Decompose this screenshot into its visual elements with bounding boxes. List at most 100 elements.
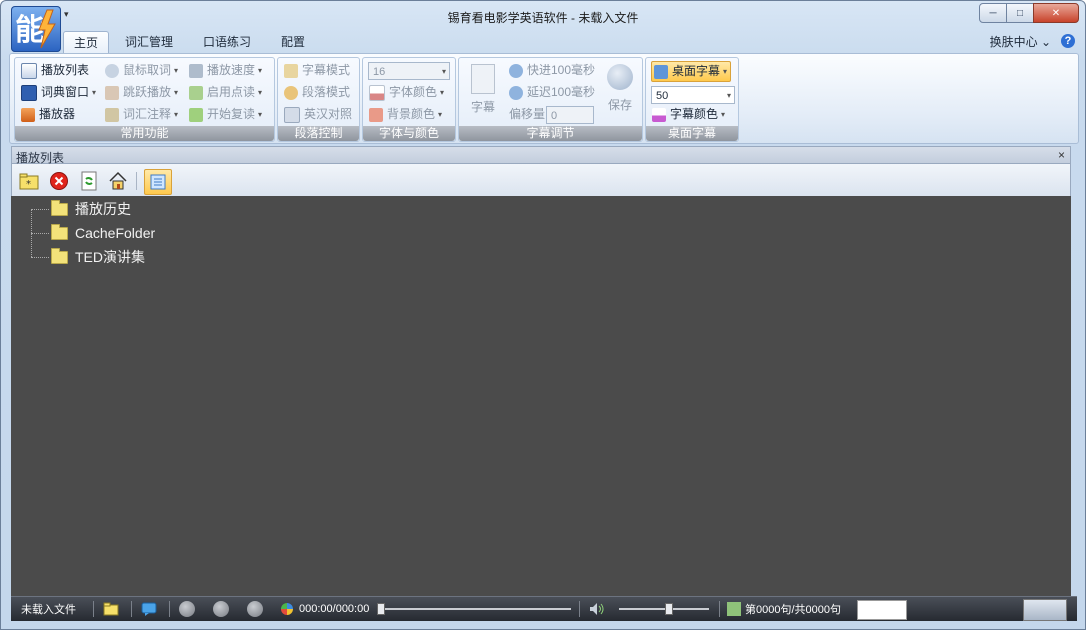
open-folder-icon[interactable] xyxy=(103,597,119,621)
group-common: 播放列表 词典窗口 ▾ 播放器 鼠标取词 ▾ 跳跃播放 ▾ 词汇注释 ▾ 播放速… xyxy=(14,57,275,142)
bg-color-label: 背景颜色 xyxy=(387,107,436,121)
refresh-icon[interactable] xyxy=(78,170,100,192)
subtitle-color-button[interactable]: 字幕颜色 ▾ xyxy=(652,105,725,124)
chat-icon[interactable] xyxy=(141,597,157,621)
stop-button[interactable] xyxy=(247,597,263,621)
tree-item-ted[interactable]: TED演讲集 xyxy=(51,246,145,268)
sentence-input[interactable] xyxy=(857,600,907,620)
status-bar: 未载入文件 000:00/000:00 第0000句/共0000句 xyxy=(11,596,1077,621)
sentence-text: 第0000句/共0000句 xyxy=(745,604,841,616)
player-button[interactable]: 播放器 xyxy=(21,105,75,124)
panel-close-icon[interactable]: × xyxy=(1058,148,1065,162)
font-color-button[interactable]: 字体颜色 ▾ xyxy=(369,83,444,102)
subtitle-mode-button[interactable]: 字幕模式 xyxy=(284,61,350,80)
font-color-label: 字体颜色 xyxy=(389,85,438,99)
window-title: 锡育看电影学英语软件 - 未载入文件 xyxy=(447,11,639,25)
mouse-lookup-button[interactable]: 鼠标取词 ▾ xyxy=(105,61,178,80)
volume-thumb[interactable] xyxy=(665,603,673,615)
forward-100ms-label: 快进100毫秒 xyxy=(527,63,596,77)
speed-icon xyxy=(189,63,203,78)
record-icon xyxy=(179,601,195,617)
app-mini-logo-icon[interactable] xyxy=(1023,599,1067,621)
desktop-font-size-select[interactable]: 50 ▾ xyxy=(651,86,735,104)
player-icon xyxy=(21,107,35,122)
tab-settings[interactable]: 配置 xyxy=(271,31,315,53)
status-file: 未载入文件 xyxy=(21,604,76,616)
delete-icon[interactable] xyxy=(48,170,70,192)
play-button[interactable] xyxy=(213,597,229,621)
list-view-icon[interactable] xyxy=(144,169,172,195)
offset-label: 偏移量 xyxy=(509,107,546,121)
font-size-select[interactable]: 16 ▾ xyxy=(368,62,450,80)
tap-read-button[interactable]: 启用点读 ▾ xyxy=(189,83,262,102)
bilingual-icon xyxy=(284,106,300,123)
status-divider xyxy=(579,601,580,617)
subtitle-mode-label: 字幕模式 xyxy=(302,63,351,77)
seek-thumb[interactable] xyxy=(377,603,385,615)
paragraph-mode-icon xyxy=(284,85,298,100)
volume-slider[interactable] xyxy=(619,608,709,610)
dictionary-window-button[interactable]: 词典窗口 ▾ xyxy=(21,83,96,102)
app-logo-icon[interactable]: 能 xyxy=(11,6,61,52)
add-folder-icon[interactable]: * xyxy=(18,170,40,192)
chevron-down-icon: ▾ xyxy=(258,88,263,97)
volume-icon[interactable] xyxy=(589,597,605,621)
folder-icon xyxy=(51,199,68,216)
subtitle-big-label: 字幕 xyxy=(470,100,495,114)
bilingual-label: 英汉对照 xyxy=(304,107,353,121)
player-label: 播放器 xyxy=(39,107,76,121)
subtitle-mode-icon xyxy=(284,63,298,78)
skip-play-button[interactable]: 跳跃播放 ▾ xyxy=(105,83,178,102)
paragraph-mode-label: 段落模式 xyxy=(302,85,351,99)
desktop-subtitle-toggle[interactable]: 桌面字幕 ▾ xyxy=(651,61,732,82)
seek-slider[interactable] xyxy=(377,608,571,610)
repeat-read-button[interactable]: 开始复读 ▾ xyxy=(189,105,262,124)
subtitle-big-button[interactable]: 字幕 xyxy=(466,64,500,115)
tab-speaking[interactable]: 口语练习 xyxy=(193,31,261,53)
vocab-notes-button[interactable]: 词汇注释 ▾ xyxy=(105,105,178,124)
play-speed-label: 播放速度 xyxy=(207,63,256,77)
group-paragraph: 字幕模式 段落模式 英汉对照 段落控制 xyxy=(277,57,360,142)
delay-100ms-label: 延迟100毫秒 xyxy=(527,85,596,99)
tree-connector xyxy=(31,233,49,234)
chevron-down-icon: ▾ xyxy=(726,91,731,100)
close-button[interactable]: ✕ xyxy=(1033,3,1079,23)
save-button[interactable]: 保存 xyxy=(602,64,638,113)
mouse-lookup-label: 鼠标取词 xyxy=(123,63,172,77)
tree-item-history[interactable]: 播放历史 xyxy=(51,198,131,220)
record-button[interactable] xyxy=(179,597,195,621)
playlist-button[interactable]: 播放列表 xyxy=(21,61,89,80)
skin-center-link[interactable]: 换肤中心 ⌄ xyxy=(990,33,1051,50)
paragraph-mode-button[interactable]: 段落模式 xyxy=(284,83,350,102)
tab-home[interactable]: 主页 xyxy=(63,31,109,54)
delay-100ms-button[interactable]: 延迟100毫秒 xyxy=(509,83,595,102)
dictionary-label: 词典窗口 xyxy=(41,85,90,99)
bg-color-icon xyxy=(369,107,383,122)
home-icon[interactable] xyxy=(107,170,129,192)
skip-icon xyxy=(105,85,119,100)
help-icon[interactable]: ? xyxy=(1061,34,1075,48)
chevron-down-icon: ▾ xyxy=(174,66,179,75)
desktop-icon xyxy=(654,64,668,79)
tab-vocabulary[interactable]: 词汇管理 xyxy=(115,31,183,53)
chevron-down-icon: ▾ xyxy=(441,67,446,76)
svg-text:*: * xyxy=(26,179,31,190)
offset-input[interactable]: 0 xyxy=(546,106,594,124)
maximize-button[interactable]: □ xyxy=(1006,3,1034,23)
chevron-down-icon: ▾ xyxy=(174,88,179,97)
bg-color-button[interactable]: 背景颜色 ▾ xyxy=(369,105,442,124)
save-disk-icon xyxy=(607,64,633,90)
playlist-tree: 播放历史 CacheFolder TED演讲集 xyxy=(11,196,1071,596)
group-desktop-subtitle-label: 桌面字幕 xyxy=(646,126,738,141)
tree-item-cachefolder[interactable]: CacheFolder xyxy=(51,222,155,244)
bilingual-button[interactable]: 英汉对照 xyxy=(284,105,352,124)
desktop-font-size-value: 50 xyxy=(656,90,669,102)
notes-icon xyxy=(105,107,119,122)
save-label: 保存 xyxy=(607,98,632,112)
minimize-button[interactable]: ─ xyxy=(979,3,1007,23)
play-speed-button[interactable]: 播放速度 ▾ xyxy=(189,61,262,80)
chevron-down-icon: ▾ xyxy=(258,110,263,119)
skip-play-label: 跳跃播放 xyxy=(123,85,172,99)
forward-100ms-button[interactable]: 快进100毫秒 xyxy=(509,61,595,80)
skin-center-label: 换肤中心 xyxy=(989,35,1038,49)
